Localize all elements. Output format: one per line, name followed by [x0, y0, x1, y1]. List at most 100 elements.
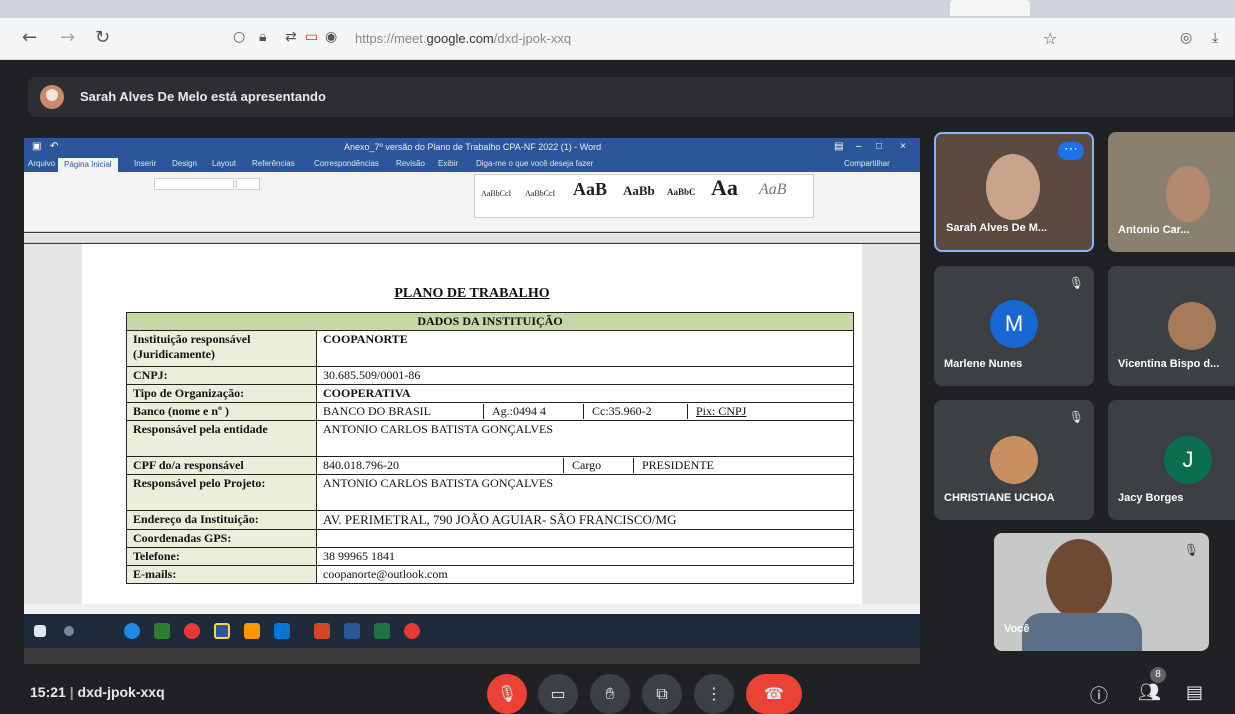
lock-icon[interactable]: 🔒︎	[259, 29, 266, 45]
mic-permission-icon[interactable]: ◉	[325, 29, 337, 45]
table-row: CNPJ: 30.685.509/0001-86	[126, 366, 854, 385]
word-icon	[214, 623, 230, 639]
word-share: Compartilhar	[844, 159, 890, 168]
more-options-button[interactable]: ⋮	[694, 674, 734, 714]
field-value	[316, 529, 854, 548]
participant-tile[interactable]: Vicentina Bispo d...	[1108, 266, 1235, 386]
avatar	[990, 436, 1038, 484]
participant-tile[interactable]: 🎙︎ M Marlene Nunes	[934, 266, 1094, 386]
field-value: ANTONIO CARLOS BATISTA GONÇALVES	[316, 420, 854, 457]
browser-tab[interactable]	[950, 0, 1030, 16]
word-ribbon: AaBbCcI AaBbCcI AaB AaBb AaBbC Aa AaB	[24, 172, 920, 232]
participant-tile[interactable]: 🎙︎ CHRISTIANE UCHOA	[934, 400, 1094, 520]
camera-button[interactable]: ▭	[538, 674, 578, 714]
style-sample: AaB	[573, 179, 608, 199]
chrome-icon	[404, 623, 420, 639]
word-menu-tabs: Arquivo Página Inicial Inserir Design La…	[24, 158, 920, 172]
url-text[interactable]: https://meet.google.com/dxd-jpok-xxq	[355, 31, 571, 46]
field-value: 38 99965 1841	[316, 547, 854, 566]
participant-tile[interactable]: Antonio Car...	[1108, 132, 1235, 252]
save-icon: ▣	[32, 141, 42, 152]
word-tab: Correspondências	[314, 159, 379, 168]
present-button[interactable]: ⧉	[642, 674, 682, 714]
style-sample: AaB	[759, 181, 787, 198]
style-sample: AaBbCcI	[525, 189, 556, 198]
chat-icon[interactable]: ▤	[1186, 682, 1203, 703]
document-title: PLANO DE TRABALHO	[394, 286, 550, 301]
field-value: AV. PERIMETRAL, 790 JOÃO AGUIAR- SÃO FRA…	[316, 510, 854, 530]
cpf-value: 840.018.796-20	[323, 458, 399, 472]
field-value: COOPANORTE	[316, 330, 854, 367]
app-icon	[274, 623, 290, 639]
field-value: 840.018.796-20 Cargo PRESIDENTE	[316, 456, 854, 475]
participants-count-badge: 8	[1150, 667, 1166, 683]
people-icon[interactable]: 👥︎	[1138, 682, 1161, 703]
word-titlebar: ▣ ↶ Anexo_7º versão do Plano de Trabalho…	[24, 138, 920, 158]
presenter-text: Sarah Alves De Melo está apresentando	[80, 89, 326, 104]
back-icon[interactable]: ←	[22, 28, 37, 48]
more-options-icon[interactable]: ⋯	[1058, 141, 1084, 160]
field-label: Telefone:	[126, 547, 317, 566]
mic-off-button[interactable]: 🎙︎	[487, 674, 527, 714]
word-title: Anexo_7º versão do Plano de Trabalho CPA…	[344, 142, 602, 152]
table-row: Responsável pela entidade ANTONIO CARLOS…	[126, 420, 854, 457]
firefox-icon	[244, 623, 260, 639]
participant-name: Sarah Alves De M...	[946, 222, 1048, 234]
bank-name: BANCO DO BRASIL	[323, 404, 432, 418]
participant-video	[1046, 539, 1112, 619]
leave-call-button[interactable]: ☎︎	[746, 674, 802, 714]
search-icon	[64, 626, 74, 636]
style-sample: AaBbC	[667, 187, 696, 197]
meet-control-bar: 15:21 | dxd-jpok-xxq 🎙︎ ▭ ✋︎ ⧉ ⋮ ☎︎ ⓘ 👥︎…	[0, 664, 1235, 714]
word-tab: Inserir	[134, 159, 157, 168]
field-value: 30.685.509/0001-86	[316, 366, 854, 385]
shared-screen: ▣ ↶ Anexo_7º versão do Plano de Trabalho…	[24, 138, 920, 680]
bookmark-star-icon[interactable]: ☆	[1043, 29, 1057, 48]
download-icon[interactable]: ⤓	[1212, 28, 1218, 48]
bank-account: Cc:35.960-2	[583, 404, 687, 419]
word-doc-icon	[344, 623, 360, 639]
cargo-value: PRESIDENTE	[633, 458, 722, 473]
mic-off-icon: 🎙︎	[1068, 410, 1084, 424]
avatar	[1168, 302, 1216, 350]
document-page: PLANO DE TRABALHO DADOS DA INSTITUIÇÃO I…	[82, 244, 862, 604]
styles-gallery: AaBbCcI AaBbCcI AaB AaBb AaBbC Aa AaB	[474, 174, 814, 218]
font-box	[154, 178, 234, 190]
participant-name: Você	[1004, 623, 1030, 635]
avatar	[40, 85, 64, 109]
address-bar[interactable]: ○ 🔒︎ ⇄ ▭ ◉ https://meet.google.com/dxd-j…	[225, 24, 1085, 54]
word-tab: Revisão	[396, 159, 425, 168]
style-sample: Aa	[711, 175, 738, 200]
participant-video	[986, 154, 1040, 220]
word-tab: Diga-me o que você deseja fazer	[476, 159, 594, 168]
participant-name: CHRISTIANE UCHOA	[944, 492, 1055, 504]
info-icon[interactable]: ⓘ	[1090, 682, 1108, 708]
hand-icon: ✋︎	[605, 684, 615, 703]
excel-icon	[374, 623, 390, 639]
mic-off-icon: 🎙︎	[496, 684, 518, 703]
chrome-icon	[184, 623, 200, 639]
table-row: DADOS DA INSTITUIÇÃO	[126, 312, 854, 331]
self-view-tile[interactable]: 🎙︎ Você	[994, 533, 1209, 651]
camera-icon[interactable]: ▭	[305, 29, 318, 45]
permissions-icon[interactable]: ⇄	[285, 29, 297, 45]
participant-video	[1166, 166, 1210, 222]
participant-name: Marlene Nunes	[944, 358, 1023, 370]
table-row: Coordenadas GPS:	[126, 529, 854, 548]
forward-icon[interactable]: →	[60, 28, 75, 48]
section-header: DADOS DA INSTITUIÇÃO	[126, 312, 854, 331]
raise-hand-button[interactable]: ✋︎	[590, 674, 630, 714]
table-row: E-mails: coopanorte@outlook.com	[126, 565, 854, 584]
participant-tile[interactable]: ⋯ Sarah Alves De M...	[934, 132, 1094, 252]
shield-icon[interactable]: ○	[233, 29, 245, 45]
font-size-box	[236, 178, 260, 190]
table-row: Instituição responsável (Juridicamente) …	[126, 330, 854, 367]
reload-icon[interactable]: ↻	[95, 28, 110, 48]
participant-name: Vicentina Bispo d...	[1118, 358, 1220, 370]
presenter-banner: Sarah Alves De Melo está apresentando	[28, 77, 1233, 117]
field-value: ANTONIO CARLOS BATISTA GONÇALVES	[316, 474, 854, 511]
edge-icon	[124, 623, 140, 639]
participant-tile[interactable]: J Jacy Borges	[1108, 400, 1235, 520]
pocket-icon[interactable]: ◎	[1180, 28, 1192, 48]
word-tab: Layout	[212, 159, 237, 168]
